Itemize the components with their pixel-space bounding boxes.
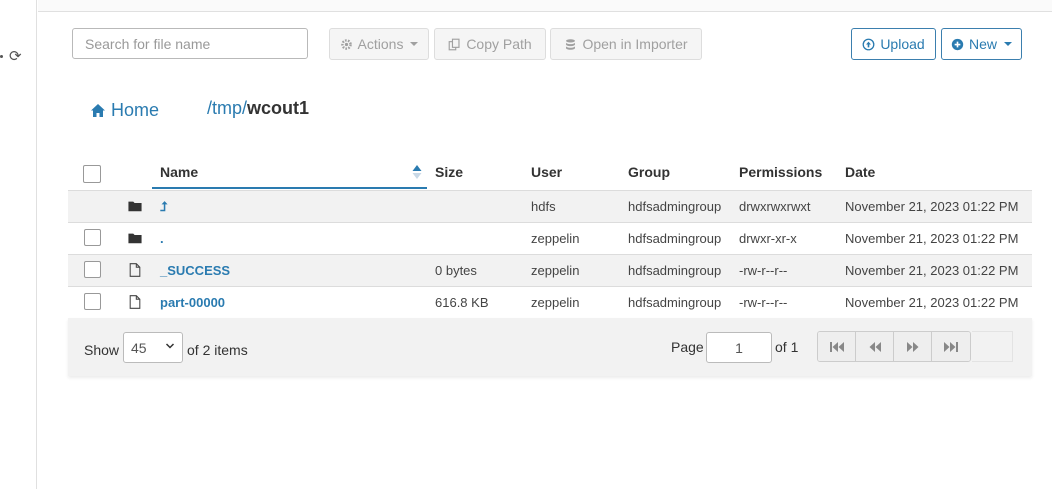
folder-icon [128,233,142,244]
table-row[interactable]: _SUCCESS 0 bytes zeppelin hdfsadmingroup… [68,254,1032,286]
caret-down-icon [1004,42,1012,46]
chevron-down-icon [165,343,175,349]
file-date: November 21, 2023 01:22 PM [845,295,1019,310]
file-permissions: -rw-r--r-- [739,263,788,278]
file-permissions: drwxr-xr-x [739,231,797,246]
refresh-icon: ⟳ [9,48,22,65]
next-page-icon [906,341,918,352]
first-page-icon [829,341,844,352]
column-header-group[interactable]: Group [628,164,670,180]
column-header-name[interactable]: Name [160,164,198,180]
new-label: New [968,36,997,52]
file-date: November 21, 2023 01:22 PM [845,199,1019,214]
table-row[interactable]: . zeppelin hdfsadmingroup drwxr-xr-x Nov… [68,222,1032,254]
row-checkbox[interactable] [84,229,101,246]
pagination-footer: Show 45 of 2 items Page of 1 [68,318,1032,376]
search-input[interactable] [72,28,308,59]
page-size-select[interactable]: 45 [123,332,183,363]
file-permissions: -rw-r--r-- [739,295,788,310]
file-group: hdfsadmingroup [628,295,722,310]
open-in-importer-button[interactable]: Open in Importer [550,28,702,60]
file-size: 616.8 KB [435,295,489,310]
caret-down-icon [410,42,419,46]
plus-circle-icon [951,38,964,50]
upload-label: Upload [880,36,925,52]
file-group: hdfsadmingroup [628,263,722,278]
home-link[interactable]: Home [90,100,159,121]
row-checkbox[interactable] [84,293,101,310]
page-total: of 1 [775,339,799,355]
page-label: Page [671,339,704,355]
show-label: Show [84,342,120,358]
home-label: Home [111,99,160,120]
dot-icon [0,55,3,58]
column-header-permissions[interactable]: Permissions [739,164,822,180]
file-table: Name Size User Group Permissions Date ⮥ … [68,156,1032,318]
file-date: November 21, 2023 01:22 PM [845,231,1019,246]
previous-page-button[interactable] [856,332,894,361]
pager-buttons [817,331,971,362]
file-icon [129,263,141,277]
folder-icon [128,201,142,212]
file-size: 0 bytes [435,263,477,278]
file-user: zeppelin [531,263,580,278]
path-current: wcout1 [247,98,310,118]
page-size-value: 45 [131,340,147,356]
file-permissions: drwxrwxrwxt [739,199,811,214]
file-name-link[interactable]: ⮥ [160,199,168,215]
open-in-importer-label: Open in Importer [582,36,688,52]
column-header-user[interactable]: User [531,164,562,180]
upload-button[interactable]: Upload [851,28,936,60]
copy-path-label: Copy Path [466,36,532,52]
refresh-button[interactable]: ⟳ [0,48,26,66]
file-user: zeppelin [531,295,580,310]
file-user: hdfs [531,199,556,214]
table-header: Name Size User Group Permissions Date [68,156,1032,190]
actions-button[interactable]: Actions [329,28,429,60]
column-header-date[interactable]: Date [845,164,875,180]
breadcrumb: Home [90,98,159,122]
next-page-button[interactable] [894,332,932,361]
home-icon [91,103,105,117]
file-user: zeppelin [531,231,580,246]
first-page-button[interactable] [818,332,856,361]
table-row[interactable]: part-00000 616.8 KB zeppelin hdfsadmingr… [68,286,1032,318]
last-page-button[interactable] [932,332,970,361]
page-number-input[interactable] [706,332,772,363]
file-icon [129,295,141,309]
previous-page-icon [869,341,881,352]
pager-spacer [972,331,1013,362]
new-button[interactable]: New [941,28,1022,60]
sort-ascending-icon[interactable] [412,164,422,180]
path-breadcrumb: /tmp/wcout1 [207,98,309,119]
file-group: hdfsadmingroup [628,199,722,214]
sort-underline [152,187,427,189]
select-all-checkbox[interactable] [83,165,101,183]
column-header-size[interactable]: Size [435,164,463,180]
last-page-icon [944,341,958,352]
database-icon [566,38,576,50]
file-date: November 21, 2023 01:22 PM [845,263,1019,278]
copy-path-button[interactable]: Copy Path [434,28,546,60]
gear-icon [340,38,352,50]
copy-icon [448,38,460,50]
left-rail [0,0,37,489]
row-checkbox[interactable] [84,261,101,278]
file-name-link[interactable]: part-00000 [160,295,225,310]
items-count: of 2 items [187,342,248,358]
file-group: hdfsadmingroup [628,231,722,246]
file-name-link[interactable]: . [160,231,164,246]
top-bar [38,0,1052,12]
upload-icon [862,38,875,50]
file-name-link[interactable]: _SUCCESS [160,263,230,278]
table-row[interactable]: ⮥ hdfs hdfsadmingroup drwxrwxrwxt Novemb… [68,190,1032,222]
path-prefix[interactable]: /tmp/ [207,98,247,118]
actions-label: Actions [357,36,404,52]
